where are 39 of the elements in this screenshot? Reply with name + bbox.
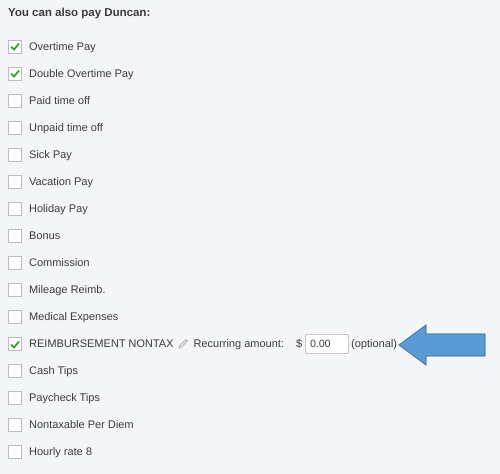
checkbox[interactable] (8, 174, 22, 189)
checkbox[interactable] (8, 256, 22, 270)
pay-type-label: Mileage Reimb. (29, 284, 106, 296)
checkbox[interactable] (8, 148, 22, 162)
checkbox[interactable] (8, 337, 22, 352)
pay-type-label: Sick Pay (29, 148, 72, 161)
checkbox[interactable] (8, 66, 22, 81)
checkbox[interactable] (8, 282, 22, 297)
pay-type-label: Vacation Pay (29, 176, 94, 188)
section-heading: You can also pay Duncan: (8, 7, 152, 21)
checkbox[interactable] (8, 418, 22, 432)
pay-type-label: Medical Expenses (29, 310, 118, 323)
pay-type-label: Nontaxable Per Diem (29, 419, 134, 432)
pay-type-label: Double Overtime Pay (29, 68, 134, 80)
pay-type-label: Commission (29, 256, 90, 269)
arrow-icon (398, 324, 486, 366)
amount-input[interactable]: 0.00 (305, 334, 350, 354)
pay-type-label: Hourly rate 8 (29, 446, 92, 458)
pay-type-label: Overtime Pay (29, 40, 96, 53)
optional-note: (optional) (351, 338, 397, 350)
checkbox[interactable] (8, 228, 22, 243)
checkbox[interactable] (8, 202, 22, 216)
pay-type-label: Holiday Pay (29, 202, 88, 215)
recurring-amount-label: Recurring amount: (193, 338, 284, 350)
currency-symbol: $ (296, 338, 302, 350)
checkbox[interactable] (8, 364, 22, 378)
pay-type-label: REIMBURSEMENT NONTAX (29, 338, 174, 350)
checkbox[interactable] (8, 445, 22, 460)
pay-type-label: Cash Tips (29, 365, 78, 378)
pencil-icon[interactable] (177, 338, 190, 350)
checkbox[interactable] (8, 310, 22, 324)
checkbox[interactable] (8, 391, 22, 406)
pay-type-label: Paid time off (29, 94, 90, 107)
pay-type-label: Paycheck Tips (29, 392, 100, 404)
checkbox[interactable] (8, 40, 22, 54)
pay-type-label: Unpaid time off (29, 122, 103, 134)
pay-type-label: Bonus (29, 230, 60, 242)
checkbox[interactable] (8, 120, 22, 135)
checkbox[interactable] (8, 94, 22, 108)
